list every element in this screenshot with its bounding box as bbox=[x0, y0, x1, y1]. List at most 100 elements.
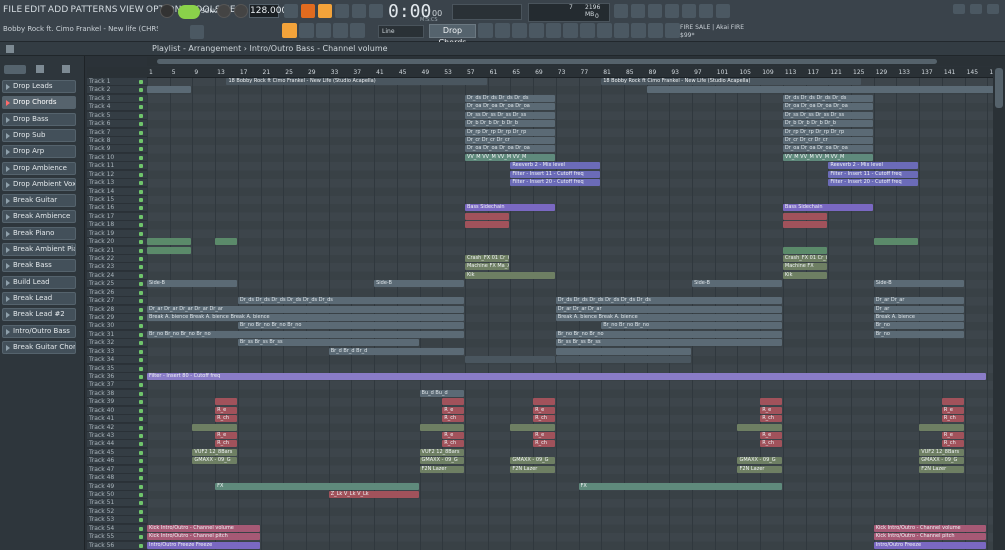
playlist-clip[interactable]: Intro/Outro Freeze Freeze bbox=[147, 541, 260, 549]
track-header[interactable]: Track 39 bbox=[87, 398, 147, 407]
playlist-clip[interactable]: F2N Lazer bbox=[419, 465, 464, 473]
playlist-clip[interactable]: Dr_cr Dr_cr Dr_cr bbox=[464, 137, 555, 144]
playlist-clip[interactable]: R_e bbox=[533, 432, 555, 439]
track-lane[interactable] bbox=[147, 516, 993, 525]
playlist-clip[interactable]: Kick Intro/Outro - Channel volume bbox=[873, 524, 987, 532]
track-header[interactable]: Track 31 bbox=[87, 330, 147, 339]
playlist-clip[interactable]: Kik bbox=[464, 271, 555, 279]
pin-icon[interactable] bbox=[631, 4, 645, 18]
playlist-clip[interactable]: Reeverb 2 - Mix level bbox=[828, 162, 919, 170]
track-mute-led-icon[interactable] bbox=[139, 518, 143, 523]
playlist-clip[interactable]: Dr_ss Dr_ss Dr_ss Dr_ss bbox=[464, 111, 555, 119]
track-mute-led-icon[interactable] bbox=[139, 122, 143, 127]
playlist-clip[interactable]: VUF2 12_8Bars bbox=[419, 448, 464, 456]
view-mixer-icon[interactable] bbox=[546, 23, 561, 38]
record-blend-icon[interactable] bbox=[301, 4, 315, 18]
download-icon[interactable] bbox=[682, 4, 696, 18]
playlist-clip[interactable]: Filter - Insert 11 - Cutoff freq bbox=[828, 170, 919, 178]
track-lane[interactable] bbox=[147, 448, 993, 457]
playlist-clip[interactable]: R_ch bbox=[941, 440, 964, 448]
track-header[interactable]: Track 20 bbox=[87, 238, 147, 247]
track-header[interactable]: Track 36 bbox=[87, 373, 147, 381]
track-header[interactable]: Track 29 bbox=[87, 314, 147, 322]
browser-icon[interactable] bbox=[350, 23, 365, 38]
track-mute-led-icon[interactable] bbox=[139, 408, 143, 413]
track-mute-led-icon[interactable] bbox=[139, 400, 143, 405]
playlist-clip[interactable]: 18 Bobby Rock ft Cimo Frankel - New Life… bbox=[226, 78, 487, 85]
track-lane[interactable] bbox=[147, 465, 993, 474]
track-header[interactable]: Track 32 bbox=[87, 339, 147, 348]
track-mute-led-icon[interactable] bbox=[139, 290, 143, 295]
playlist-clip[interactable] bbox=[510, 423, 555, 431]
track-mute-led-icon[interactable] bbox=[139, 172, 143, 177]
track-lane[interactable] bbox=[147, 229, 993, 238]
track-header[interactable]: Track 45 bbox=[87, 448, 147, 457]
refresh-icon[interactable] bbox=[614, 4, 628, 18]
track-mute-led-icon[interactable] bbox=[139, 273, 143, 278]
track-header[interactable]: Track 54 bbox=[87, 524, 147, 533]
track-mute-led-icon[interactable] bbox=[139, 307, 143, 312]
track-header[interactable]: Track 1 bbox=[87, 78, 147, 86]
track-header[interactable]: Track 3 bbox=[87, 94, 147, 103]
track-mute-led-icon[interactable] bbox=[139, 316, 143, 320]
playlist-clip[interactable]: Dr_ar Dr_ar bbox=[873, 297, 964, 305]
scroll-thumb[interactable] bbox=[157, 59, 937, 64]
track-header[interactable]: Track 9 bbox=[87, 145, 147, 154]
playlist-clip[interactable]: Dr_ds Dr_ds Dr_ds Dr_ds bbox=[782, 94, 873, 102]
pattern-item[interactable]: Drop Bass bbox=[2, 112, 76, 126]
track-mute-led-icon[interactable] bbox=[139, 231, 143, 236]
view-cloud-icon[interactable] bbox=[648, 23, 663, 38]
track-mute-led-icon[interactable] bbox=[139, 467, 143, 472]
track-mute-led-icon[interactable] bbox=[139, 391, 143, 396]
playlist-clip[interactable]: Break A. bience Break A. bience Break A.… bbox=[147, 314, 464, 321]
track-mute-led-icon[interactable] bbox=[139, 484, 143, 489]
track-mute-led-icon[interactable] bbox=[139, 257, 143, 261]
track-lane[interactable] bbox=[147, 280, 993, 289]
playlist-clip[interactable]: Z_Lk V_Lk V_Lk bbox=[328, 491, 419, 498]
track-mute-led-icon[interactable] bbox=[139, 442, 143, 447]
playlist-clip[interactable]: Dr_ds Dr_ds Dr_ds Dr_ds bbox=[464, 94, 555, 102]
track-lane[interactable] bbox=[147, 415, 993, 424]
playlist-clip[interactable]: VUF2 12_8Bars bbox=[919, 448, 964, 456]
playlist-clip[interactable]: Dr_ar Dr_ar Dr_ar bbox=[555, 305, 782, 313]
track-mute-led-icon[interactable] bbox=[139, 105, 143, 110]
track-header[interactable]: Track 24 bbox=[87, 271, 147, 280]
playlist-clip[interactable]: Kik bbox=[782, 271, 828, 279]
track-header[interactable]: Track 40 bbox=[87, 406, 147, 415]
track-mute-led-icon[interactable] bbox=[139, 181, 143, 186]
piano-roll-icon[interactable] bbox=[299, 23, 314, 38]
playlist-clip[interactable] bbox=[215, 238, 237, 246]
playlist-clip[interactable]: GMAXX - 09_G bbox=[419, 457, 464, 465]
track-mute-led-icon[interactable] bbox=[139, 214, 143, 219]
playlist-clip[interactable]: R_e bbox=[941, 432, 964, 439]
track-header[interactable]: Track 7 bbox=[87, 128, 147, 137]
track-header[interactable]: Track 15 bbox=[87, 196, 147, 204]
playlist-clip[interactable] bbox=[464, 212, 510, 220]
add-pattern-icon[interactable] bbox=[478, 23, 493, 38]
view-shop-icon[interactable] bbox=[665, 23, 680, 38]
vscroll-thumb[interactable] bbox=[995, 68, 1003, 108]
track-header[interactable]: Track 50 bbox=[87, 491, 147, 499]
tempo-display[interactable]: 128.000 bbox=[249, 4, 287, 18]
menu-add[interactable]: ADD bbox=[48, 5, 69, 15]
track-header[interactable]: Track 5 bbox=[87, 111, 147, 120]
track-mute-led-icon[interactable] bbox=[139, 240, 143, 245]
playlist-clip[interactable]: F2N Lazer bbox=[919, 465, 964, 473]
playlist-clip[interactable]: Br_no Br_no Br_no Br_no bbox=[147, 330, 464, 338]
playlist-clip[interactable]: Filter - Insert 11 - Cutoff freq bbox=[510, 170, 601, 178]
track-mute-led-icon[interactable] bbox=[139, 501, 143, 506]
track-mute-led-icon[interactable] bbox=[139, 375, 143, 379]
playlist-clip[interactable]: Bass Sidechain bbox=[782, 204, 873, 212]
loop-record-icon[interactable] bbox=[369, 4, 383, 18]
playlist-clip[interactable]: GMAXX - 09_G bbox=[737, 457, 782, 465]
playlist-clip[interactable]: R_ch bbox=[760, 415, 782, 423]
playlist-clip[interactable] bbox=[919, 423, 964, 431]
playlist-clip[interactable]: Kick Intro/Outro - Channel pitch bbox=[147, 533, 260, 541]
track-lane[interactable] bbox=[147, 474, 993, 483]
playlist-clip[interactable]: Side-B bbox=[692, 280, 782, 288]
track-header[interactable]: Track 33 bbox=[87, 347, 147, 356]
playlist-clip[interactable]: GMAXX - 09_G bbox=[192, 457, 237, 465]
playlist-clip[interactable]: Dr_ar Dr_ar Dr_ar Dr_ar Dr_ar bbox=[147, 305, 464, 313]
playlist-clip[interactable]: Dr_oa Dr_oa Dr_oa Dr_oa bbox=[464, 103, 555, 111]
track-header[interactable]: Track 44 bbox=[87, 440, 147, 449]
